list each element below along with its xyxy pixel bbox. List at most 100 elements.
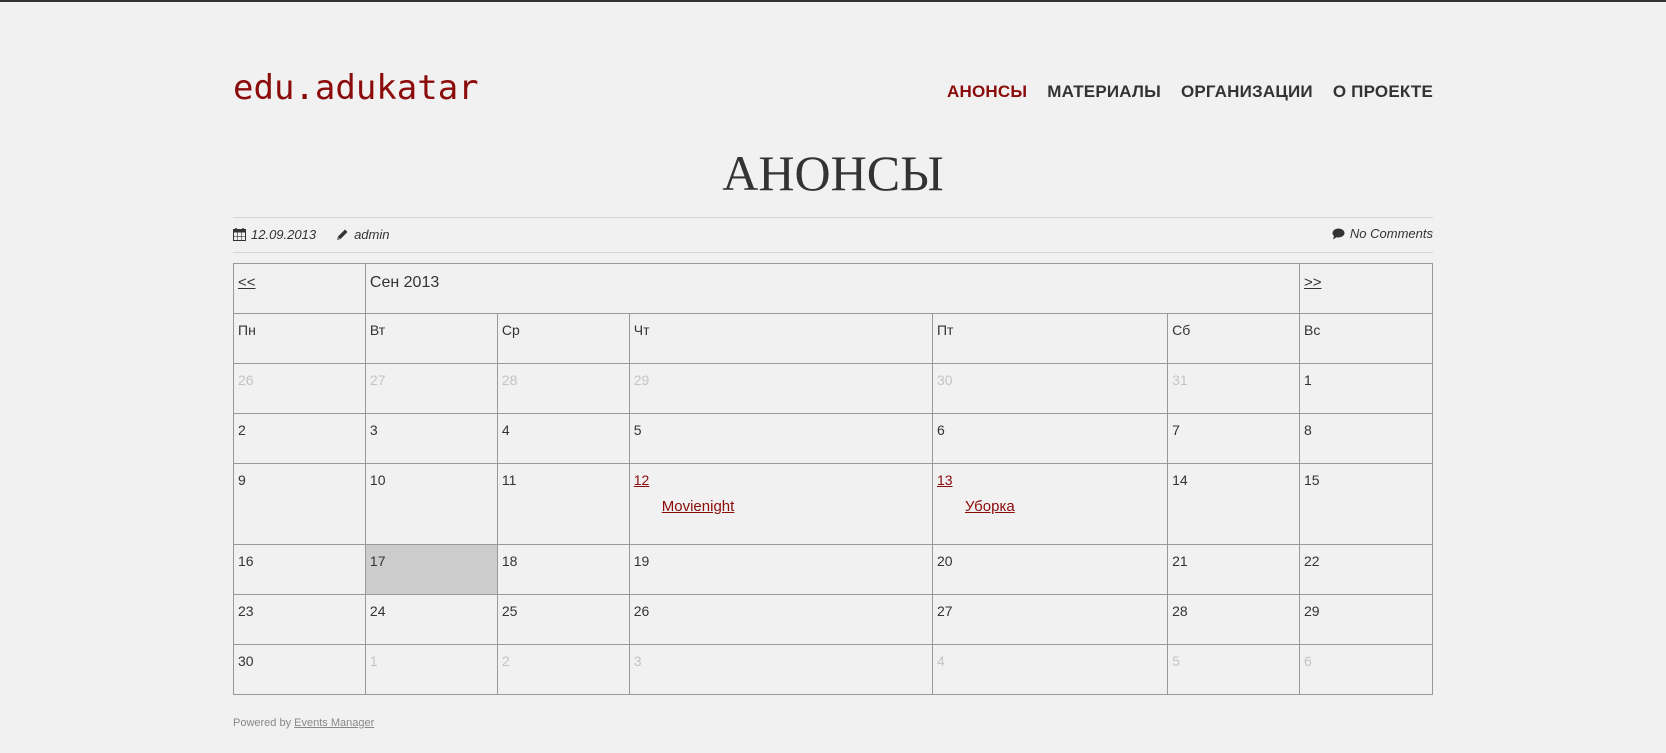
calendar-day-link[interactable]: 13 xyxy=(937,472,953,488)
calendar-day-number: 29 xyxy=(633,372,650,388)
calendar-day-cell: 21 xyxy=(1167,544,1300,595)
calendar-day-cell: 7 xyxy=(1167,413,1300,464)
nav-item-organizacii[interactable]: ОРГАНИЗАЦИИ xyxy=(1181,82,1313,102)
calendar-day-number: 7 xyxy=(1172,422,1180,438)
event-list: Уборка xyxy=(965,498,1163,515)
calendar-day-number: 18 xyxy=(501,553,518,569)
calendar-day-cell: 1 xyxy=(1299,363,1433,414)
calendar-day-cell: 10 xyxy=(364,463,498,545)
calendar-day-cell: 19 xyxy=(628,544,933,595)
calendar-day-number: 5 xyxy=(1172,653,1180,669)
calendar-day-cell: 26 xyxy=(628,594,933,645)
calendar-week-row: 16 17 18 19 20 21 22 xyxy=(233,544,1433,595)
calendar-day-number: 28 xyxy=(1172,603,1188,619)
calendar-day-number: 3 xyxy=(633,653,642,669)
site-header: edu.adukatar АНОНСЫ МАТЕРИАЛЫ ОРГАНИЗАЦИ… xyxy=(233,2,1433,122)
calendar-day-cell: 16 xyxy=(233,544,366,595)
calendar-next-month-link[interactable]: >> xyxy=(1304,274,1322,291)
main-nav: АНОНСЫ МАТЕРИАЛЫ ОРГАНИЗАЦИИ О ПРОЕКТЕ xyxy=(947,82,1433,102)
post-date: 12.09.2013 xyxy=(233,227,316,242)
calendar-day-cell: 28 xyxy=(1167,594,1300,645)
calendar-week-row: 30 1 2 3 4 5 6 xyxy=(233,644,1433,695)
calendar-week-row: 2 3 4 5 6 7 8 xyxy=(233,413,1433,464)
calendar-prev-cell: << xyxy=(233,263,366,314)
calendar-day-number: 6 xyxy=(1304,653,1312,669)
calendar-day-cell: 27 xyxy=(364,363,498,414)
calendar-day-cell: 23 xyxy=(233,594,366,645)
calendar-day-cell: 1 xyxy=(364,644,498,695)
post-date-text: 12.09.2013 xyxy=(251,227,317,242)
calendar-day-cell: 12 Movienight xyxy=(628,463,933,545)
calendar-day-number: 2 xyxy=(238,422,246,438)
calendar-day-cell: 3 xyxy=(364,413,498,464)
calendar-icon xyxy=(233,228,246,241)
calendar-week-row: 23 24 25 26 27 28 29 xyxy=(233,594,1433,645)
weekday-header: Сб xyxy=(1167,313,1300,364)
calendar-day-cell: 6 xyxy=(931,413,1169,464)
footer-events-manager-link[interactable]: Events Manager xyxy=(294,717,374,729)
calendar-day-cell: 26 xyxy=(233,363,366,414)
calendar-day-cell: 27 xyxy=(931,594,1169,645)
nav-item-o-proekte[interactable]: О ПРОЕКТЕ xyxy=(1333,82,1433,102)
calendar-day-number: 30 xyxy=(936,372,953,388)
calendar-month-label: Сен 2013 xyxy=(369,274,440,291)
calendar-day-cell: 20 xyxy=(931,544,1169,595)
calendar-day-number: 5 xyxy=(633,422,642,438)
comment-icon xyxy=(1332,228,1345,240)
calendar-next-cell: >> xyxy=(1299,263,1433,314)
calendar-day-cell: 31 xyxy=(1167,363,1300,414)
calendar-day-number: 3 xyxy=(369,422,378,438)
calendar-day-number: 1 xyxy=(1304,372,1312,388)
post-comments-text[interactable]: No Comments xyxy=(1350,226,1433,241)
event-link[interactable]: Уборка xyxy=(965,498,1015,515)
calendar-day-number: 15 xyxy=(1304,472,1320,488)
calendar-day-number: 2 xyxy=(501,653,510,669)
weekday-header: Вт xyxy=(364,313,498,364)
calendar-day-cell: 5 xyxy=(1167,644,1300,695)
calendar-month-cell: Сен 2013 xyxy=(364,263,1301,314)
site-title-link[interactable]: edu.adukatar xyxy=(233,68,479,108)
nav-item-materialy[interactable]: МАТЕРИАЛЫ xyxy=(1047,82,1161,102)
calendar-day-number: 26 xyxy=(633,603,650,619)
post-author-text[interactable]: admin xyxy=(354,227,389,242)
calendar-day-number: 27 xyxy=(369,372,386,388)
calendar-day-number: 6 xyxy=(936,422,945,438)
calendar-week-row: 26 27 28 29 30 31 1 xyxy=(233,363,1433,414)
calendar-day-cell: 28 xyxy=(496,363,630,414)
calendar-day-cell: 30 xyxy=(931,363,1169,414)
event-link[interactable]: Movienight xyxy=(662,498,735,515)
footer: Powered by Events Manager xyxy=(233,717,1433,729)
calendar-day-cell: 15 xyxy=(1299,463,1433,545)
post-comments[interactable]: No Comments xyxy=(1332,226,1433,241)
calendar-day-cell: 30 xyxy=(233,644,366,695)
calendar-day-cell: 2 xyxy=(496,644,630,695)
calendar-day-number: 1 xyxy=(369,653,378,669)
calendar-weekday-row: Пн Вт Ср Чт Пт Сб Вс xyxy=(233,313,1433,364)
calendar-day-link[interactable]: 12 xyxy=(634,472,650,488)
footer-prefix: Powered by xyxy=(233,717,292,729)
calendar-day-cell: 4 xyxy=(496,413,630,464)
nav-item-anonsy[interactable]: АНОНСЫ xyxy=(947,82,1027,102)
calendar-day-number: 21 xyxy=(1172,553,1188,569)
calendar-day-number: 24 xyxy=(369,603,386,619)
weekday-header: Пн xyxy=(233,313,366,364)
weekday-header: Вс xyxy=(1299,313,1433,364)
calendar-day-number: 20 xyxy=(936,553,953,569)
weekday-header: Ср xyxy=(496,313,630,364)
page-title: АНОНСЫ xyxy=(722,145,944,201)
calendar-day-cell: 8 xyxy=(1299,413,1433,464)
calendar-day-cell: 11 xyxy=(496,463,630,545)
calendar-day-number: 10 xyxy=(369,472,386,488)
calendar-day-number: 4 xyxy=(501,422,510,438)
calendar-day-cell: 2 xyxy=(233,413,366,464)
calendar-day-number: 26 xyxy=(238,372,254,388)
calendar-day-number: 22 xyxy=(1304,553,1320,569)
weekday-header: Пт xyxy=(931,313,1169,364)
pencil-icon xyxy=(336,228,349,241)
calendar-day-number: 25 xyxy=(501,603,518,619)
calendar-day-number: 4 xyxy=(936,653,945,669)
calendar-day-number: 9 xyxy=(238,472,246,488)
calendar-prev-month-link[interactable]: << xyxy=(238,274,256,291)
calendar-day-cell: 29 xyxy=(628,363,933,414)
calendar-day-cell: 25 xyxy=(496,594,630,645)
